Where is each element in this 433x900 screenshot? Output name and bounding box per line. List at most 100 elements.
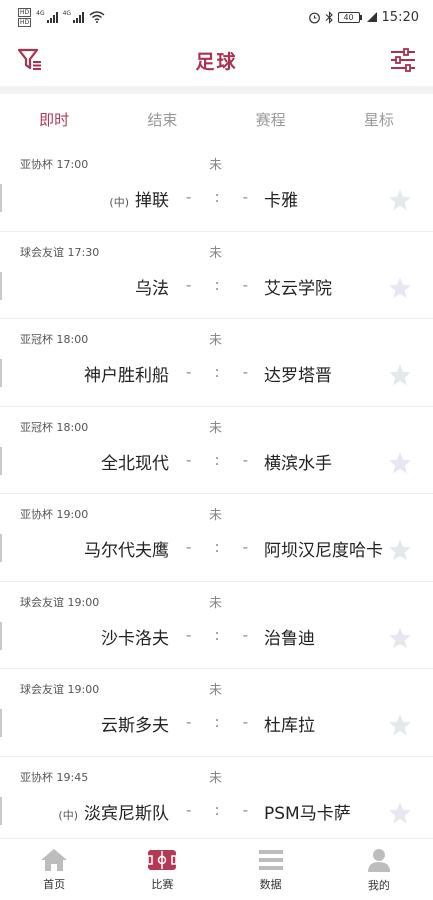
signal-2-icon: 4G xyxy=(62,10,85,23)
home-team-name: 淡宾尼斯队 xyxy=(84,803,169,824)
tab-schedule[interactable]: 赛程 xyxy=(217,109,325,130)
nav-profile-label: 我的 xyxy=(367,878,390,892)
score-away: - xyxy=(242,275,248,294)
bluetooth-icon xyxy=(325,10,333,24)
match-status: 未 xyxy=(209,683,223,698)
score-separator: : xyxy=(214,188,220,206)
score-separator: : xyxy=(214,363,220,381)
nav-data[interactable]: 数据 xyxy=(217,839,325,900)
score-home: - xyxy=(186,800,192,819)
row-marker xyxy=(0,534,2,562)
profile-icon xyxy=(367,848,390,872)
home-team-name: 沙卡洛夫 xyxy=(101,628,169,649)
score: - : - xyxy=(186,626,248,644)
home-team: (中) 淡宾尼斯队 xyxy=(58,799,169,824)
status-left: HD HD 4G 4G xyxy=(18,7,105,27)
star-icon[interactable] xyxy=(388,538,412,562)
score-home: - xyxy=(186,713,192,731)
league-time: 亚冠杯 18:00 xyxy=(20,420,89,434)
wifi-icon xyxy=(89,11,105,23)
bottom-nav: 首页 比赛 数据 我的 xyxy=(0,838,433,900)
score: - : - xyxy=(186,538,248,556)
score-away: - xyxy=(242,450,248,469)
nav-home[interactable]: 首页 xyxy=(0,839,108,900)
star-icon[interactable] xyxy=(388,713,412,737)
score-away: - xyxy=(242,625,248,644)
league-time: 亚冠杯 18:00 xyxy=(20,333,89,346)
match-row[interactable]: 亚协杯 17:00 未 (中) 掸联 - : - 卡雅 xyxy=(0,144,433,232)
match-status: 未 xyxy=(209,595,223,611)
nav-match[interactable]: 比赛 xyxy=(108,839,216,900)
away-team-name: 达罗塔晋 xyxy=(264,366,332,386)
tab-finished[interactable]: 结束 xyxy=(108,109,216,130)
battery-level: 40 xyxy=(337,11,360,23)
row-marker xyxy=(0,709,2,737)
home-team-name: 云斯多夫 xyxy=(101,716,169,736)
home-team-name: 掸联 xyxy=(135,191,169,211)
score: - : - xyxy=(186,713,248,731)
league-time: 亚协杯 17:00 xyxy=(20,158,89,171)
score-home: - xyxy=(186,538,192,556)
filter-icon[interactable] xyxy=(16,46,44,74)
league-time: 球会友谊 19:00 xyxy=(20,683,100,696)
header-divider xyxy=(0,86,433,94)
score-away: - xyxy=(242,800,248,819)
match-row[interactable]: 球会友谊 19:00 未 云斯多夫 - : - 杜库拉 xyxy=(0,669,433,757)
match-row[interactable]: 亚协杯 19:00 未 马尔代夫鹰 - : - 阿坝汉尼度哈卡 xyxy=(0,494,433,582)
row-marker xyxy=(0,796,2,825)
tab-starred[interactable]: 星标 xyxy=(325,109,433,130)
row-marker xyxy=(0,359,2,387)
match-row[interactable]: 亚协杯 19:45 未 (中) 淡宾尼斯队 - : - PSM马卡萨 xyxy=(0,757,433,844)
league-time: 球会友谊 19:00 xyxy=(20,595,100,609)
home-team: 乌法 xyxy=(129,274,169,299)
match-status: 未 xyxy=(209,770,223,786)
match-icon xyxy=(147,849,178,870)
home-team: 神户胜利船 xyxy=(78,361,169,386)
score-separator: : xyxy=(214,450,220,469)
nav-profile[interactable]: 我的 xyxy=(325,839,433,900)
star-icon[interactable] xyxy=(388,188,412,212)
score-away: - xyxy=(242,538,248,556)
star-icon[interactable] xyxy=(388,451,412,475)
match-status: 未 xyxy=(209,245,223,261)
score: - : - xyxy=(186,188,248,206)
settings-sliders-icon[interactable] xyxy=(389,46,417,74)
star-icon[interactable] xyxy=(388,626,412,650)
page-title: 足球 xyxy=(195,50,238,73)
clock-time: 15:20 xyxy=(381,9,419,25)
nav-match-label: 比赛 xyxy=(151,877,174,891)
sim-indicators: HD HD xyxy=(18,7,32,27)
away-team-name: PSM马卡萨 xyxy=(264,803,351,824)
score-away: - xyxy=(242,363,248,381)
status-bar: HD HD 4G 4G 40 15:20 xyxy=(0,0,433,34)
match-tabs: 即时 结束 赛程 星标 xyxy=(0,94,433,144)
match-list: 亚协杯 17:00 未 (中) 掸联 - : - 卡雅 球会友谊 17:30 未 … xyxy=(0,144,433,844)
score: - : - xyxy=(186,276,248,294)
star-icon[interactable] xyxy=(388,276,412,300)
away-team-name: 卡雅 xyxy=(264,191,298,211)
match-row[interactable]: 球会友谊 17:30 未 乌法 - : - 艾云学院 xyxy=(0,232,433,319)
away-team-name: 治鲁迪 xyxy=(264,628,315,649)
data-icon xyxy=(258,849,283,870)
score-home: - xyxy=(186,188,192,206)
home-team: 马尔代夫鹰 xyxy=(78,536,169,561)
home-team: 沙卡洛夫 xyxy=(95,624,169,649)
row-marker xyxy=(0,271,2,300)
score-home: - xyxy=(186,363,192,381)
league-time: 亚协杯 19:00 xyxy=(20,508,89,521)
home-icon xyxy=(41,848,68,871)
match-row[interactable]: 球会友谊 19:00 未 沙卡洛夫 - : - 治鲁迪 xyxy=(0,582,433,669)
away-team-name: 阿坝汉尼度哈卡 xyxy=(264,541,383,561)
star-icon[interactable] xyxy=(388,801,412,825)
league-time: 球会友谊 17:30 xyxy=(20,245,100,259)
tab-live[interactable]: 即时 xyxy=(0,109,108,130)
row-marker xyxy=(0,184,2,212)
home-team-name: 全北现代 xyxy=(101,453,169,474)
match-row[interactable]: 亚冠杯 18:00 未 全北现代 - : - 横滨水手 xyxy=(0,407,433,494)
score-home: - xyxy=(186,275,192,294)
star-icon[interactable] xyxy=(388,363,412,387)
network-type-2: 4G xyxy=(62,10,72,17)
away-team-name: 杜库拉 xyxy=(264,716,315,736)
match-row[interactable]: 亚冠杯 18:00 未 神户胜利船 - : - 达罗塔晋 xyxy=(0,319,433,407)
score-separator: : xyxy=(214,275,220,294)
